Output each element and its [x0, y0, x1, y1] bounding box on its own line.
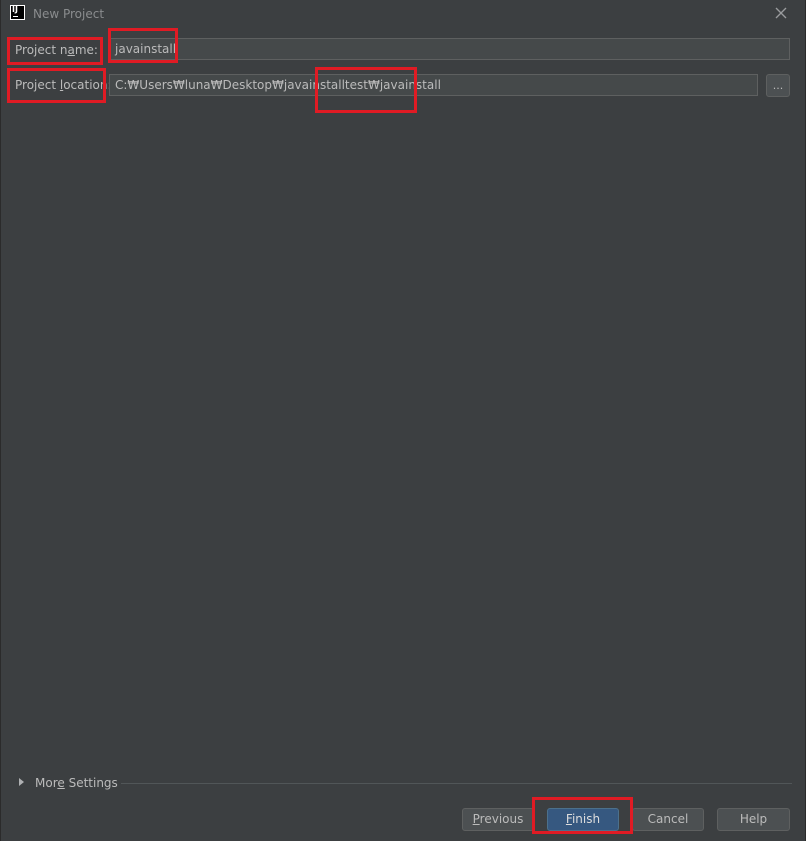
close-icon[interactable]	[774, 6, 788, 20]
new-project-dialog: IJ New Project Project name: javainstall…	[0, 0, 806, 841]
project-location-label: Project location:	[15, 78, 112, 92]
triangle-right-icon	[19, 778, 24, 786]
project-location-field[interactable]: C:₩Users₩luna₩Desktop₩javainstalltest₩ja…	[109, 74, 758, 96]
finish-button[interactable]: Finish	[547, 808, 619, 831]
help-button[interactable]: Help	[717, 808, 790, 831]
project-name-label: Project name:	[15, 43, 98, 57]
project-name-field[interactable]: javainstall	[109, 38, 790, 60]
more-settings-label: More Settings	[35, 776, 118, 790]
window-title: New Project	[33, 7, 105, 21]
previous-button[interactable]: Previous	[462, 808, 534, 831]
browse-button[interactable]: ...	[766, 74, 790, 97]
cancel-button[interactable]: Cancel	[632, 808, 704, 831]
intellij-idea-icon: IJ	[10, 5, 25, 20]
title-bar: IJ New Project	[1, 0, 806, 30]
more-settings-separator	[121, 783, 792, 784]
